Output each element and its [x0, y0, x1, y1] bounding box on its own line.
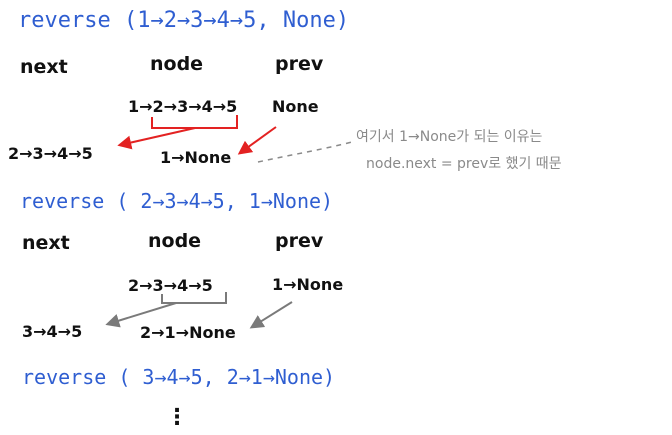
arrow-red-next-1 [117, 127, 196, 150]
bracket-red-1 [151, 115, 238, 129]
arrow-gray-prev-2 [249, 301, 293, 329]
note-pointer [257, 141, 353, 163]
recursion-diagram: reverse (1→2→3→4→5, None) next node prev… [0, 0, 672, 435]
arrow-gray-next-2 [105, 302, 177, 328]
bracket-gray-2 [161, 292, 227, 304]
arrows-layer [105, 115, 353, 329]
arrow-red-prev-1 [237, 126, 277, 155]
